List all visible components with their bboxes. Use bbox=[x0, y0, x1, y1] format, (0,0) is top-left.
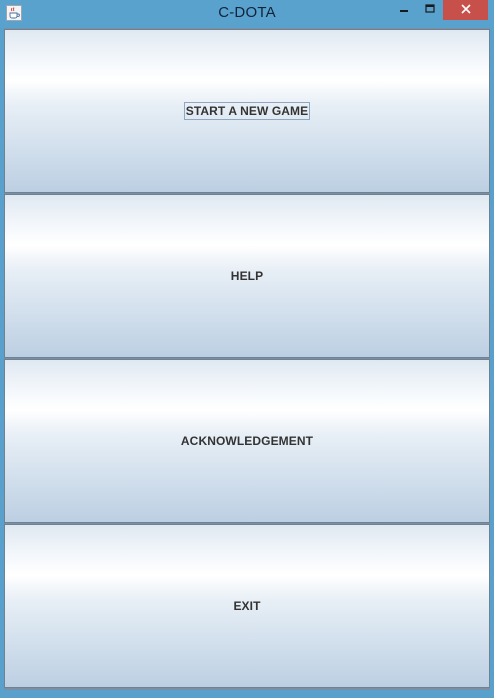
menu-panel: START A NEW GAME HELP ACKNOWLEDGEMENT EX… bbox=[4, 28, 490, 690]
start-new-game-label: START A NEW GAME bbox=[183, 102, 311, 120]
maximize-icon bbox=[425, 1, 435, 19]
exit-button[interactable]: EXIT bbox=[4, 524, 490, 688]
maximize-button[interactable] bbox=[420, 0, 440, 20]
help-label: HELP bbox=[230, 269, 264, 283]
app-window: C-DOTA START A NEW GAME HELP ACKNOWLEDGE… bbox=[0, 0, 494, 698]
acknowledgement-button[interactable]: ACKNOWLEDGEMENT bbox=[4, 359, 490, 523]
minimize-icon bbox=[399, 1, 409, 19]
minimize-button[interactable] bbox=[394, 0, 414, 20]
close-button[interactable] bbox=[443, 0, 488, 20]
title-bar[interactable]: C-DOTA bbox=[0, 0, 494, 28]
exit-label: EXIT bbox=[233, 599, 261, 613]
acknowledgement-label: ACKNOWLEDGEMENT bbox=[180, 434, 314, 448]
start-new-game-button[interactable]: START A NEW GAME bbox=[4, 29, 490, 193]
close-icon bbox=[460, 1, 471, 19]
help-button[interactable]: HELP bbox=[4, 194, 490, 358]
